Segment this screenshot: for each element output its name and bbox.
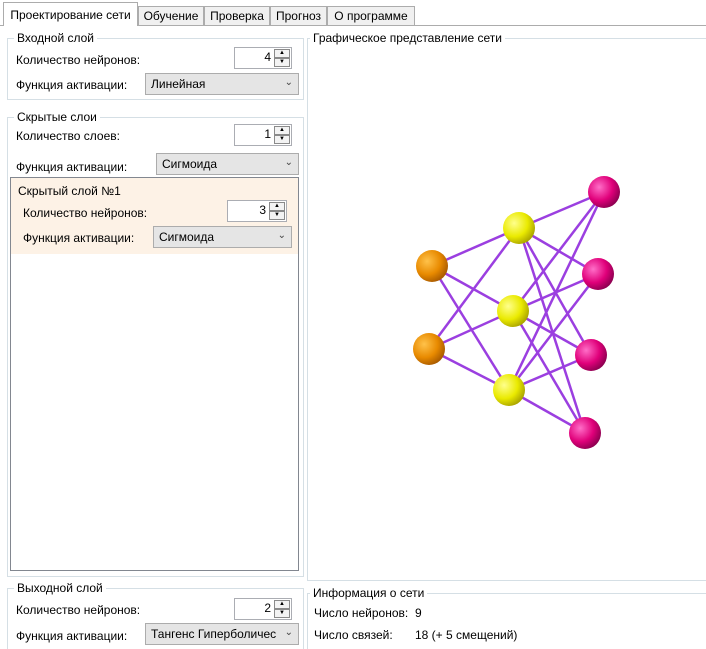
chevron-down-icon: ⌄ xyxy=(284,627,293,638)
output-neuron xyxy=(575,339,607,371)
input-activation-label: Функция активации: xyxy=(16,78,128,92)
hidden-neuron xyxy=(493,374,525,406)
spin-down-icon[interactable]: ▼ xyxy=(274,58,290,67)
spin-up-icon[interactable]: ▲ xyxy=(269,202,285,211)
output-neuron xyxy=(569,417,601,449)
hidden-layer-1-title: Скрытый слой №1 xyxy=(18,184,121,198)
spinner-buttons: ▲ ▼ xyxy=(269,202,285,220)
network-nodes xyxy=(413,176,620,449)
tab-network-design[interactable]: Проектирование сети xyxy=(3,2,138,26)
hidden-layer-1-neurons-label: Количество нейронов: xyxy=(23,206,148,220)
info-neurons-label: Число нейронов: xyxy=(314,606,409,620)
hidden-neuron xyxy=(503,212,535,244)
output-neuron xyxy=(588,176,620,208)
graph-title: Графическое представление сети xyxy=(310,31,505,45)
output-neuron xyxy=(582,258,614,290)
network-link xyxy=(508,273,599,391)
input-neurons-label: Количество нейронов: xyxy=(16,53,141,67)
hidden-count-value[interactable]: 1 xyxy=(264,127,271,141)
output-activation-select[interactable]: Тангенс Гиперболичес ⌄ xyxy=(145,623,299,645)
spin-down-icon[interactable]: ▼ xyxy=(274,609,290,618)
info-links-value: 18 (+ 5 смещений) xyxy=(415,628,518,642)
output-activation-value: Тангенс Гиперболичес xyxy=(151,627,277,641)
spinner-buttons: ▲ ▼ xyxy=(274,49,290,67)
hidden-layer-1-neurons-value[interactable]: 3 xyxy=(259,203,266,217)
info-title: Информация о сети xyxy=(310,586,428,600)
spin-down-icon[interactable]: ▼ xyxy=(274,135,290,144)
hidden-neuron xyxy=(497,295,529,327)
spin-down-icon[interactable]: ▼ xyxy=(269,211,285,220)
info-links-label: Число связей: xyxy=(314,628,393,642)
hidden-layer-1-neurons-spinner[interactable]: 3 ▲ ▼ xyxy=(227,200,287,222)
output-neurons-spinner[interactable]: 2 ▲ ▼ xyxy=(234,598,292,620)
input-neurons-value[interactable]: 4 xyxy=(264,50,271,64)
input-neuron xyxy=(416,250,448,282)
hidden-activation-label: Функция активации: xyxy=(16,160,128,174)
hidden-count-label: Количество слоев: xyxy=(16,129,120,143)
output-neurons-value[interactable]: 2 xyxy=(264,601,271,615)
tab-about[interactable]: О программе xyxy=(327,6,415,25)
info-neurons-value: 9 xyxy=(415,606,422,620)
spinner-buttons: ▲ ▼ xyxy=(274,126,290,144)
hidden-activation-value: Сигмоида xyxy=(162,157,218,171)
tab-testing[interactable]: Проверка xyxy=(204,6,270,25)
spin-up-icon[interactable]: ▲ xyxy=(274,126,290,135)
tab-forecast[interactable]: Прогноз xyxy=(270,6,327,25)
hidden-activation-select[interactable]: Сигмоида ⌄ xyxy=(156,153,299,175)
hidden-layer-1-activation-label: Функция активации: xyxy=(23,231,135,245)
spin-up-icon[interactable]: ▲ xyxy=(274,49,290,58)
hidden-layers-title: Скрытые слои xyxy=(14,110,100,124)
network-graph xyxy=(413,176,620,449)
chevron-down-icon: ⌄ xyxy=(284,157,293,168)
hidden-layer-1-activation-value: Сигмоида xyxy=(159,230,215,244)
input-activation-value: Линейная xyxy=(151,77,206,91)
tab-training[interactable]: Обучение xyxy=(138,6,204,25)
output-activation-label: Функция активации: xyxy=(16,629,128,643)
input-neurons-spinner[interactable]: 4 ▲ ▼ xyxy=(234,47,292,69)
hidden-count-spinner[interactable]: 1 ▲ ▼ xyxy=(234,124,292,146)
tab-bar: Проектирование сети Обучение Проверка Пр… xyxy=(0,0,706,26)
chevron-down-icon: ⌄ xyxy=(284,77,293,88)
hidden-layer-1-activation-select[interactable]: Сигмоида ⌄ xyxy=(153,226,292,248)
chevron-down-icon: ⌄ xyxy=(277,230,286,241)
output-layer-title: Выходной слой xyxy=(14,581,106,595)
spin-up-icon[interactable]: ▲ xyxy=(274,600,290,609)
input-layer-title: Входной слой xyxy=(14,31,97,45)
output-neurons-label: Количество нейронов: xyxy=(16,603,141,617)
spinner-buttons: ▲ ▼ xyxy=(274,600,290,618)
input-activation-select[interactable]: Линейная ⌄ xyxy=(145,73,299,95)
network-link xyxy=(427,227,521,350)
input-neuron xyxy=(413,333,445,365)
